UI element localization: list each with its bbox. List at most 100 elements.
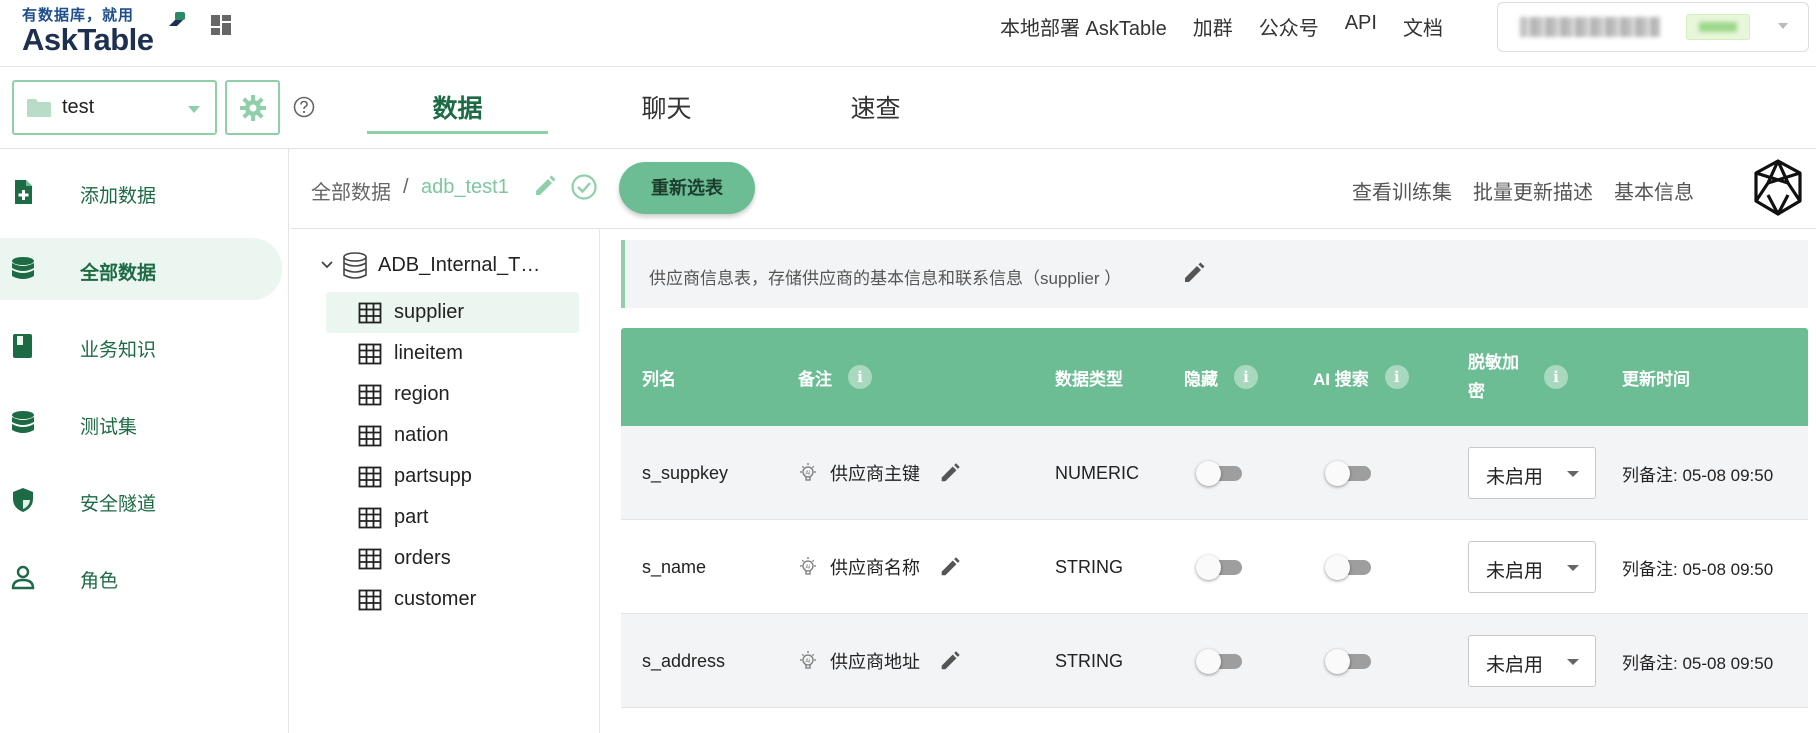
- chevron-down-icon: [1567, 471, 1579, 477]
- masking-cell: 未启用: [1468, 520, 1596, 614]
- tree-table-item[interactable]: supplier: [326, 292, 579, 333]
- ai-search-toggle[interactable]: [1325, 649, 1371, 674]
- breadcrumb-root[interactable]: 全部数据: [311, 176, 391, 205]
- sidebar-item-roles[interactable]: 角色: [0, 546, 282, 608]
- table-row: s_suppkey AI 供应商主键 NUMERIC 未启用 列备注: 05-08 09:…: [621, 426, 1808, 520]
- top-nav: 本地部署 AskTable 加群 公众号 API 文档: [1000, 12, 1443, 41]
- settings-button[interactable]: [225, 80, 280, 135]
- ai-suggestion-bulb-icon[interactable]: AI: [796, 649, 820, 673]
- top-bar: 有数据库，就用 AskTable 本地部署 AskTable 加群 公众号 AP…: [0, 0, 1816, 67]
- column-note-text: 供应商主键: [830, 464, 920, 484]
- column-updated-time: 列备注: 05-08 09:50: [1622, 559, 1774, 579]
- table-icon: [358, 466, 382, 488]
- svg-text:AI: AI: [805, 471, 811, 477]
- gear-icon: [240, 95, 266, 121]
- table-row: s_address AI 供应商地址 STRING 未启用 列备注: 05-08 09:5…: [621, 614, 1808, 708]
- breadcrumb-separator: /: [403, 176, 409, 198]
- ai-search-cell: [1325, 426, 1371, 520]
- folder-icon: [27, 99, 51, 117]
- ai-search-toggle[interactable]: [1325, 555, 1371, 580]
- tab-data[interactable]: 数据: [367, 89, 548, 125]
- tree-table-item[interactable]: orders: [326, 538, 579, 579]
- logo[interactable]: 有数据库，就用 AskTable: [22, 4, 185, 55]
- tree-table-item[interactable]: lineitem: [326, 333, 579, 374]
- basic-info-link[interactable]: 基本信息: [1614, 176, 1694, 205]
- tree-table-item[interactable]: customer: [326, 579, 579, 620]
- info-icon[interactable]: i: [1544, 365, 1568, 389]
- user-menu[interactable]: [1497, 2, 1809, 52]
- masking-select[interactable]: 未启用: [1468, 635, 1596, 687]
- tree-table-item[interactable]: partsupp: [326, 456, 579, 497]
- tree-table-name: nation: [394, 424, 449, 446]
- header-column-name: 列名: [642, 369, 676, 389]
- chevron-down-icon: [1778, 23, 1788, 29]
- breadcrumb-bar: 全部数据 / adb_test1 重新选表 查看训练集 批量更新描述 基本信息: [290, 149, 1816, 229]
- sidebar-item-test-set[interactable]: 测试集: [0, 392, 282, 454]
- sidebar-item-label: 添加数据: [80, 186, 157, 207]
- sidebar-item-business-knowledge[interactable]: 业务知识: [0, 315, 282, 377]
- reselect-tables-button[interactable]: 重新选表: [619, 162, 755, 214]
- nav-join-group[interactable]: 加群: [1193, 12, 1233, 41]
- hidden-cell: [1196, 520, 1242, 614]
- info-icon[interactable]: i: [1234, 365, 1258, 389]
- edit-pencil-icon[interactable]: [938, 649, 962, 673]
- help-icon[interactable]: [293, 96, 315, 118]
- batch-update-description-link[interactable]: 批量更新描述: [1473, 176, 1593, 205]
- header-ai-search: AI 搜索 i: [1313, 328, 1409, 426]
- chevron-down-icon: [1567, 565, 1579, 571]
- column-data-type: STRING: [1055, 650, 1124, 671]
- masking-select[interactable]: 未启用: [1468, 447, 1596, 499]
- sidebar-item-security-tunnel[interactable]: 安全隧道: [0, 469, 282, 531]
- svg-text:AI: AI: [805, 565, 811, 571]
- header-data-type: 数据类型: [1055, 369, 1123, 389]
- info-icon[interactable]: i: [1384, 365, 1409, 389]
- svg-text:AI: AI: [805, 659, 811, 665]
- nav-api[interactable]: API: [1345, 12, 1377, 41]
- sidebar-item-all-data[interactable]: 全部数据: [0, 238, 282, 300]
- column-note-text: 供应商名称: [830, 558, 920, 578]
- sidebar-item-add-data[interactable]: 添加数据: [0, 161, 282, 223]
- tab-quick-lookup[interactable]: 速查: [785, 89, 966, 125]
- columns-table: 列名 备注 i 数据类型 隐藏 i AI 搜索 i 脱敏加密 i 更新时间 s_sup…: [621, 328, 1808, 733]
- masking-select-value: 未启用: [1486, 561, 1544, 582]
- edit-pencil-icon[interactable]: [1181, 260, 1207, 286]
- table-row: s_name AI 供应商名称 STRING 未启用 列备注: 05-08 09:50: [621, 520, 1808, 614]
- breadcrumb-current: adb_test1: [421, 176, 509, 198]
- tab-chat[interactable]: 聊天: [576, 89, 757, 125]
- confirm-check-icon[interactable]: [570, 173, 598, 201]
- table-icon: [358, 507, 382, 529]
- column-updated-time: 列备注: 05-08 09:50: [1622, 465, 1774, 485]
- edit-pencil-icon[interactable]: [938, 555, 962, 579]
- header-updated-time: 更新时间: [1622, 369, 1690, 389]
- ai-suggestion-bulb-icon[interactable]: AI: [796, 555, 820, 579]
- hidden-toggle[interactable]: [1196, 649, 1242, 674]
- nav-wechat[interactable]: 公众号: [1259, 12, 1319, 41]
- edit-pencil-icon[interactable]: [938, 461, 962, 485]
- masking-cell: 未启用: [1468, 614, 1596, 708]
- book-icon: [13, 334, 32, 358]
- table-header: 列名 备注 i 数据类型 隐藏 i AI 搜索 i 脱敏加密 i 更新时间: [621, 328, 1808, 426]
- nav-local-deploy[interactable]: 本地部署 AskTable: [1000, 12, 1167, 41]
- masking-cell: 未启用: [1468, 426, 1596, 520]
- hidden-toggle[interactable]: [1196, 461, 1242, 486]
- masking-select[interactable]: 未启用: [1468, 541, 1596, 593]
- tree-table-name: customer: [394, 588, 477, 610]
- ai-search-toggle[interactable]: [1325, 461, 1371, 486]
- user-name-redacted: [1520, 17, 1660, 37]
- edit-pencil-icon[interactable]: [532, 173, 558, 199]
- tree-table-item[interactable]: region: [326, 374, 579, 415]
- plan-badge-redacted: [1686, 14, 1750, 40]
- chevron-down-icon[interactable]: [320, 260, 334, 270]
- logo-mark-icon: [169, 12, 185, 26]
- datasource-select[interactable]: test: [12, 80, 217, 135]
- view-training-set-link[interactable]: 查看训练集: [1352, 176, 1452, 205]
- hidden-toggle[interactable]: [1196, 555, 1242, 580]
- tree-table-item[interactable]: part: [326, 497, 579, 538]
- nav-docs[interactable]: 文档: [1403, 12, 1443, 41]
- info-icon[interactable]: i: [848, 365, 872, 389]
- header-masking: 脱敏加密 i: [1468, 328, 1568, 426]
- apps-grid-icon[interactable]: [210, 14, 232, 36]
- tree-table-item[interactable]: nation: [326, 415, 579, 456]
- ai-suggestion-bulb-icon[interactable]: AI: [796, 461, 820, 485]
- tree-table-name: orders: [394, 547, 451, 569]
